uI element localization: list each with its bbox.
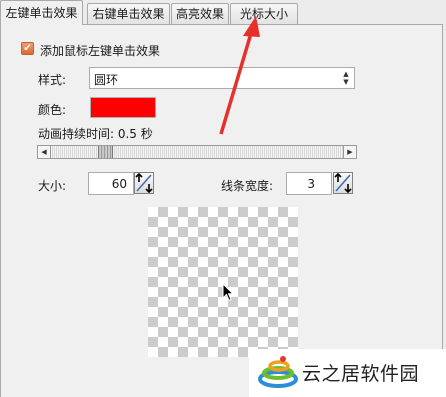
tab-left-click[interactable]: 左键单击效果 (0, 0, 83, 25)
watermark: 云之居软件园 (249, 349, 446, 397)
watermark-logo-icon (258, 356, 298, 388)
annotation-arrow-icon (219, 16, 260, 135)
watermark-text: 云之居软件园 (302, 363, 420, 385)
